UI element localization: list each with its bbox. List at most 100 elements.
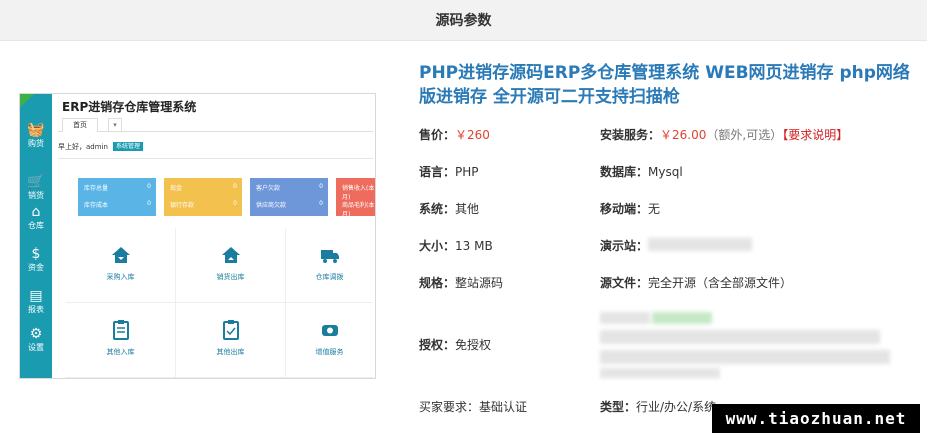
license-row: 授权：免授权 bbox=[419, 336, 491, 353]
price-row: 售价：￥260 bbox=[419, 126, 490, 143]
site-watermark: www.tiaozhuan.net bbox=[712, 404, 920, 433]
type-label: 类型： bbox=[600, 400, 637, 414]
product-preview-image[interactable]: 🧺 购货 🛒 销货 ⌂ 仓库 $ 资金 ▤ 报表 ⚙ 设置 ERP进销存仓库管理系统 首页 … bbox=[19, 93, 376, 379]
corner-ribbon bbox=[20, 94, 34, 108]
spec-row: 规格：整站源码 bbox=[419, 274, 503, 291]
stat-label: 银行存款 bbox=[170, 202, 195, 209]
cart-icon: 🛒 bbox=[27, 174, 45, 190]
demo-url-blurred[interactable] bbox=[648, 238, 752, 251]
preview-greeting: 早上好，admin bbox=[58, 143, 108, 151]
preview-badge: 系统管理 bbox=[113, 142, 144, 151]
money-icon: $ bbox=[31, 246, 41, 262]
preview-nav-item: 🧺 购货 bbox=[20, 122, 52, 149]
section-title: 源码参数 bbox=[435, 13, 492, 29]
mobile-value: 无 bbox=[648, 202, 661, 216]
language-row: 语言：PHP bbox=[419, 163, 479, 180]
nav-label: 仓库 bbox=[28, 221, 44, 230]
db-label: 数据库： bbox=[600, 165, 649, 179]
type-row: 类型：行业/办公/系统 bbox=[600, 398, 716, 415]
buyer-value: 基础认证 bbox=[479, 400, 528, 414]
section-header: 源码参数 bbox=[0, 0, 927, 41]
quick-cell: 销货出库 bbox=[176, 228, 286, 303]
quick-label: 增值服务 bbox=[315, 348, 344, 356]
preview-tab-home: 首页 bbox=[62, 118, 98, 132]
license-value: 免授权 bbox=[455, 338, 492, 352]
stat-label: 现金 bbox=[170, 185, 183, 192]
files-value: 完全开源（含全部源文件） bbox=[648, 276, 793, 290]
size-label: 大小： bbox=[419, 239, 456, 253]
type-value: 行业/办公/系统 bbox=[636, 400, 717, 414]
preview-nav-item: ⌂ 仓库 bbox=[20, 204, 52, 231]
price-label: 售价： bbox=[419, 128, 456, 142]
buyer-label: 买家要求： bbox=[419, 400, 480, 414]
nav-label: 设置 bbox=[28, 343, 44, 352]
blurred-block bbox=[600, 368, 720, 378]
system-label: 系统： bbox=[419, 202, 456, 216]
stat-label: 供应商欠款 bbox=[256, 202, 287, 209]
mobile-label: 移动端： bbox=[600, 202, 649, 216]
stat-value: 0 bbox=[319, 200, 323, 207]
quick-label: 采购入库 bbox=[106, 273, 135, 281]
license-label: 授权： bbox=[419, 338, 456, 352]
language-label: 语言： bbox=[419, 165, 456, 179]
preview-nav-item: 🛒 销货 bbox=[20, 174, 52, 201]
stat-value: 0 bbox=[147, 183, 151, 190]
preview-nav-item: $ 资金 bbox=[20, 246, 52, 273]
quick-label: 仓库调拨 bbox=[315, 273, 344, 281]
preview-app-title: ERP进销存仓库管理系统 bbox=[62, 100, 197, 114]
nav-label: 资金 bbox=[28, 263, 44, 272]
quick-label: 其他出库 bbox=[216, 348, 245, 356]
quick-cell: 增值服务 bbox=[286, 303, 373, 378]
stat-label: 库存总量 bbox=[84, 185, 109, 192]
install-note: （额外,可选） bbox=[706, 128, 783, 142]
install-row: 安装服务：￥26.00（额外,可选）【要求说明】 bbox=[600, 126, 848, 143]
install-requirements-link[interactable]: 【要求说明】 bbox=[782, 128, 848, 142]
system-row: 系统：其他 bbox=[419, 200, 479, 217]
blurred-block bbox=[600, 312, 650, 324]
preview-stat-card: 销售收入(本月) 商品毛利(本月) bbox=[336, 178, 375, 218]
nav-label: 报表 bbox=[28, 305, 44, 314]
chevron-down-icon: ▾ bbox=[108, 118, 122, 132]
files-label: 源文件： bbox=[600, 276, 649, 290]
demo-row: 演示站： bbox=[600, 237, 648, 254]
clipboard-out-icon bbox=[222, 320, 239, 340]
stat-label: 商品毛利(本月) bbox=[342, 202, 375, 218]
install-label: 安装服务： bbox=[600, 128, 661, 142]
truck-icon bbox=[320, 250, 339, 263]
house-out-icon bbox=[221, 247, 240, 263]
system-value: 其他 bbox=[455, 202, 480, 216]
size-row: 大小：13 MB bbox=[419, 237, 493, 254]
preview-stat-card: 库存总量 库存成本 0 0 bbox=[78, 178, 156, 216]
db-value: Mysql bbox=[648, 165, 683, 179]
preview-stat-card: 客户欠款 供应商欠款 0 0 bbox=[250, 178, 328, 216]
demo-label: 演示站： bbox=[600, 239, 649, 253]
basket-icon: 🧺 bbox=[27, 122, 45, 138]
preview-sidebar: 🧺 购货 🛒 销货 ⌂ 仓库 $ 资金 ▤ 报表 ⚙ 设置 bbox=[20, 94, 52, 378]
warehouse-icon: ⌂ bbox=[31, 204, 41, 220]
divider bbox=[58, 158, 373, 159]
nav-label: 销货 bbox=[28, 191, 44, 200]
blurred-block bbox=[600, 350, 890, 364]
stat-value: 0 bbox=[233, 183, 237, 190]
blurred-block bbox=[652, 312, 712, 324]
price-value: ￥260 bbox=[455, 128, 490, 142]
blurred-block bbox=[600, 330, 880, 344]
stat-value: 0 bbox=[319, 183, 323, 190]
language-value: PHP bbox=[455, 165, 479, 179]
clipboard-in-icon bbox=[112, 320, 129, 340]
preview-nav-item: ▤ 报表 bbox=[20, 288, 52, 315]
service-icon bbox=[321, 325, 338, 336]
install-price: ￥26.00 bbox=[660, 128, 707, 142]
preview-stat-card: 现金 银行存款 0 0 bbox=[164, 178, 242, 216]
product-title[interactable]: PHP进销存源码ERP多仓库管理系统 WEB网页进销存 php网络版进销存 全开… bbox=[419, 61, 919, 109]
gear-icon: ⚙ bbox=[29, 326, 43, 342]
size-value: 13 MB bbox=[455, 239, 493, 253]
stat-label: 销售收入(本月) bbox=[342, 185, 375, 201]
quick-cell: 仓库调拨 bbox=[286, 228, 373, 303]
stat-label: 库存成本 bbox=[84, 202, 109, 209]
stat-value: 0 bbox=[147, 200, 151, 207]
mobile-row: 移动端：无 bbox=[600, 200, 660, 217]
report-icon: ▤ bbox=[29, 288, 43, 304]
db-row: 数据库：Mysql bbox=[600, 163, 683, 180]
preview-nav-item: ⚙ 设置 bbox=[20, 326, 52, 353]
